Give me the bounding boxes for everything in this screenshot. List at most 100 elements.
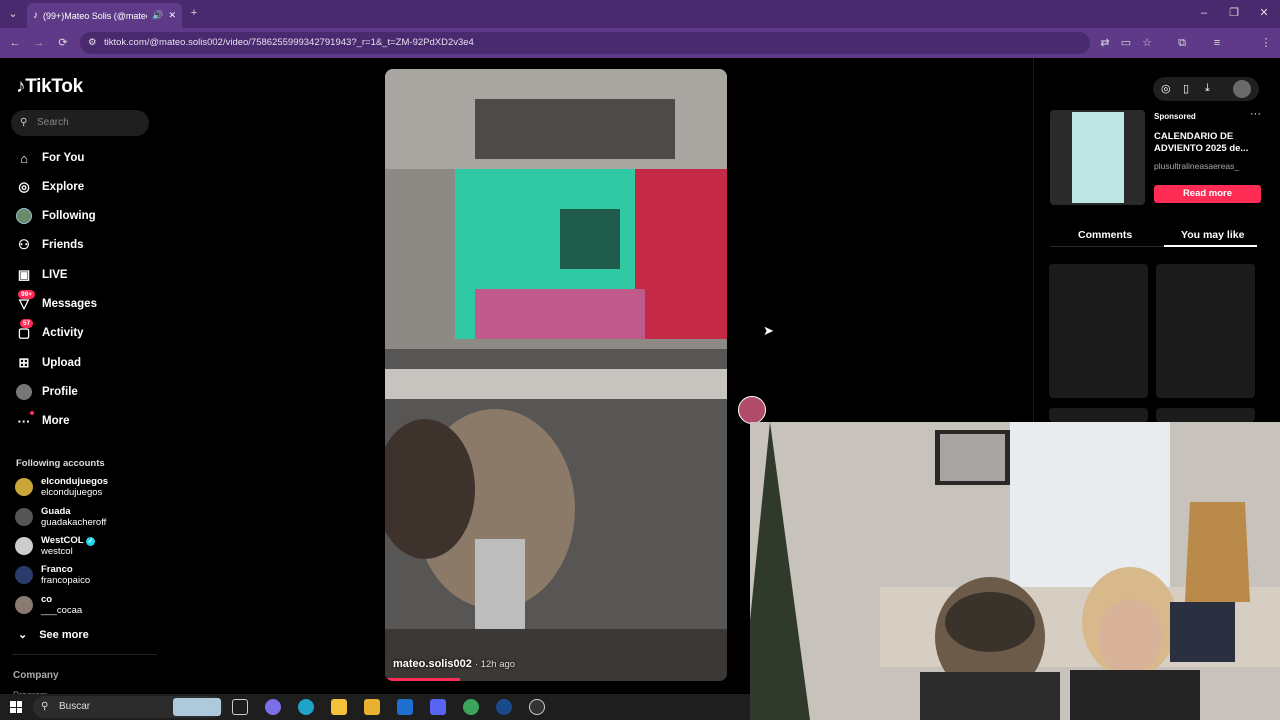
nav-friends[interactable]: ⚇ Friends [16, 235, 83, 255]
address-bar-row: ← → ⟳ ⚙ tiktok.com/@mateo.solis002/video… [0, 28, 1280, 78]
tab-you-may-like[interactable]: You may like [1181, 229, 1244, 241]
start-tile [10, 707, 16, 713]
forward-icon[interactable]: → [32, 36, 46, 50]
top-actions-pill: ◎ ▯ ⤓ [1153, 77, 1259, 101]
nav-live[interactable]: ▣ LIVE [16, 265, 68, 285]
video-username[interactable]: mateo.solis002 · 12h ago [393, 658, 515, 670]
account-item[interactable]: Franco francopaico [15, 564, 90, 586]
minimize-icon[interactable]: – [1197, 6, 1211, 20]
company-link[interactable]: Company [13, 670, 59, 681]
more-dot [30, 411, 34, 415]
video-frame [385, 69, 727, 681]
active-tab-underline [1164, 245, 1257, 247]
cast-icon[interactable]: ▭ [1119, 36, 1133, 50]
compass-icon[interactable]: ◎ [1161, 82, 1171, 95]
taskbar-search[interactable]: ⚲ Buscar [33, 696, 223, 718]
nav-activity[interactable]: ▢ 57 Activity [16, 319, 84, 343]
close-window-icon[interactable]: ✕ [1257, 6, 1271, 20]
nav-more[interactable]: ··· More [16, 411, 69, 431]
live-icon: ▣ [17, 267, 31, 282]
nav-for-you[interactable]: ⌂ For You [16, 148, 84, 168]
ad-title[interactable]: CALENDARIO DE ADVIENTO 2025 de... [1154, 131, 1259, 155]
nav-messages[interactable]: ▽ 99+ Messages [16, 290, 97, 314]
audio-icon[interactable]: 🔊 [152, 10, 163, 21]
tab-close-icon[interactable]: ✕ [168, 10, 176, 21]
ad-poster [1072, 112, 1124, 203]
ad-handle[interactable]: plusultralineasaereas_ [1154, 161, 1239, 171]
chrome-icon[interactable] [463, 699, 479, 715]
windows-start-icon[interactable] [10, 701, 22, 713]
translate-icon[interactable]: ⇄ [1098, 36, 1112, 50]
extensions-icon[interactable]: ⧉ [1175, 36, 1189, 50]
search-highlight-image [173, 698, 221, 716]
creator-avatar[interactable] [738, 396, 766, 424]
account-item[interactable]: WestCOL ✓ westcol [15, 535, 96, 557]
friends-icon: ⚇ [18, 237, 30, 252]
chevron-down-icon: ⌄ [18, 629, 28, 641]
search-icon: ⚲ [20, 117, 28, 128]
video-player[interactable]: mateo.solis002 · 12h ago [385, 69, 727, 681]
url-text: tiktok.com/@mateo.solis002/video/7586255… [104, 37, 474, 48]
task-view-icon[interactable] [232, 699, 248, 715]
start-tile [16, 701, 22, 707]
back-icon[interactable]: ← [8, 36, 22, 50]
search-input[interactable]: ⚲ Search [11, 110, 149, 136]
messages-badge: 99+ [18, 290, 36, 299]
account-item[interactable]: co ___cocaa [15, 594, 82, 616]
tab-title: (99+)Mateo Solis (@mateo... [43, 10, 148, 21]
upload-icon: ⊞ [18, 355, 30, 370]
video-progress-bar[interactable] [385, 678, 461, 681]
account-item[interactable]: Guada guadakacheroff [15, 506, 106, 528]
nav-explore[interactable]: ◎ Explore [16, 177, 84, 197]
media-icon[interactable]: ≡ [1210, 36, 1224, 50]
download-icon[interactable]: ⤓ [1205, 82, 1210, 95]
copilot-icon[interactable] [265, 699, 281, 715]
device-icon[interactable]: ▯ [1183, 82, 1189, 95]
tab-comments[interactable]: Comments [1078, 229, 1132, 241]
webcam-frame [750, 422, 1280, 720]
following-accounts-title: Following accounts [16, 458, 105, 469]
mouse-cursor-icon: ➤ [763, 323, 774, 338]
windows-taskbar: ⚲ Buscar [0, 694, 750, 720]
start-tile [10, 701, 16, 707]
messages-icon: ▽ 99+ [16, 290, 36, 312]
outlook-icon[interactable] [397, 699, 413, 715]
tiktok-logo[interactable]: ♪TikTok [16, 76, 83, 98]
avatar [15, 566, 33, 584]
menu-dots-icon[interactable]: ⋮ [1259, 36, 1273, 50]
avatar[interactable] [1233, 80, 1251, 98]
suggestion-placeholder[interactable] [1156, 264, 1255, 398]
url-field[interactable]: ⚙ tiktok.com/@mateo.solis002/video/75862… [80, 32, 1090, 54]
browser-tab-strip: ⌄ ♪ (99+)Mateo Solis (@mateo... 🔊 ✕ + – … [0, 0, 1280, 28]
verified-icon: ✓ [86, 537, 96, 546]
tab-search-icon[interactable]: ⌄ [6, 7, 20, 21]
activity-icon: ▢ 57 [16, 319, 34, 341]
steam-icon[interactable] [496, 699, 512, 715]
account-item[interactable]: elcondujuegos elcondujuegos [15, 476, 108, 498]
browser-tab[interactable]: ♪ (99+)Mateo Solis (@mateo... 🔊 ✕ [27, 3, 182, 28]
store-icon[interactable] [364, 699, 380, 715]
read-more-button[interactable]: Read more [1154, 185, 1261, 203]
profile-icon [16, 384, 32, 400]
restore-icon[interactable]: ❐ [1227, 6, 1241, 20]
see-more-button[interactable]: ⌄ See more [18, 628, 89, 642]
file-explorer-icon[interactable] [331, 699, 347, 715]
reload-icon[interactable]: ⟳ [56, 36, 70, 50]
site-info-icon[interactable]: ⚙ [88, 32, 97, 54]
edge-icon[interactable] [298, 699, 314, 715]
obs-icon[interactable] [529, 699, 545, 715]
new-tab-icon[interactable]: + [187, 6, 201, 20]
discord-icon[interactable] [430, 699, 446, 715]
tiktok-note-icon: ♪ [16, 76, 26, 97]
suggestion-placeholder[interactable] [1156, 408, 1255, 422]
nav-profile[interactable]: Profile [16, 382, 78, 402]
ad-more-icon[interactable]: ··· [1250, 108, 1261, 120]
bookmark-star-icon[interactable]: ☆ [1140, 36, 1154, 50]
suggestion-placeholder[interactable] [1049, 408, 1148, 422]
avatar [15, 596, 33, 614]
nav-following[interactable]: Following [16, 206, 96, 226]
more-icon: ··· [16, 411, 34, 429]
nav-upload[interactable]: ⊞ Upload [16, 353, 81, 373]
ad-thumbnail[interactable] [1050, 110, 1145, 205]
suggestion-placeholder[interactable] [1049, 264, 1148, 398]
